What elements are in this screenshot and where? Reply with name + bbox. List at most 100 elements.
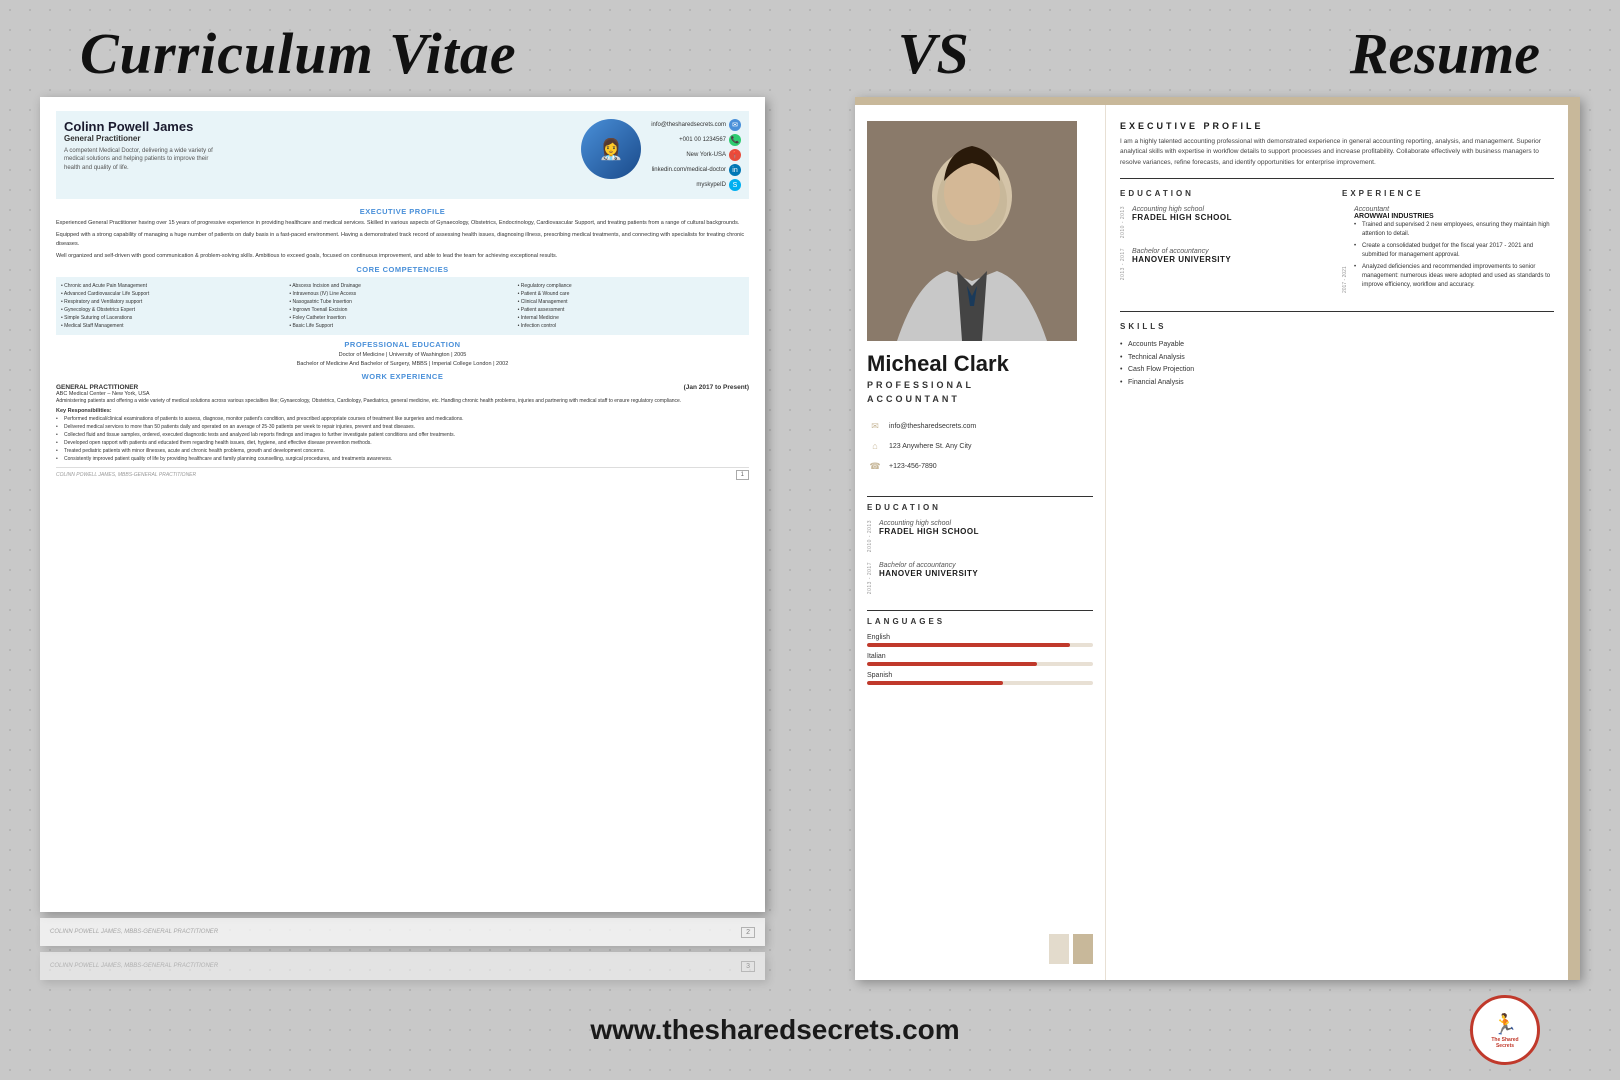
resume-right-col: EXECUTIVE PROFILE I am a highly talented…	[1105, 105, 1568, 980]
cv-linkedin-text: linkedin.com/medical-doctor	[652, 167, 726, 173]
vs-divider	[795, 97, 825, 980]
cv-exec-profile-text1: Experienced General Practitioner having …	[56, 219, 749, 227]
comp-item: Advanced Cardiovascular Life Support	[61, 290, 287, 298]
comp-item: Regulatory compliance	[518, 282, 744, 290]
resume-phone-text: +123-456-7890	[889, 463, 937, 470]
cv-exec-profile-title: EXECUTIVE PROFILE	[56, 207, 749, 216]
cv-skype-item: myskypeID S	[651, 179, 741, 191]
resume-job-title-line1: PROFESSIONAL	[867, 380, 974, 390]
edu-r-name-2: HANOVER UNIVERSITY	[1132, 255, 1332, 264]
logo-text: The SharedSecrets	[1491, 1037, 1518, 1049]
resume-exec-profile-text: I am a highly talented accounting profes…	[1120, 137, 1554, 168]
comp-item: Chronic and Acute Pain Management	[61, 282, 287, 290]
resume-body: Micheal Clark PROFESSIONAL ACCOUNTANT ✉ …	[855, 105, 1580, 980]
cv-side: Colinn Powell James General Practitioner…	[40, 97, 765, 980]
cv-exec-profile-text3: Well organized and self-driven with good…	[56, 252, 749, 260]
lang-italian-bar-fill	[867, 662, 1037, 666]
cv-page2: COLINN POWELL JAMES, MBBS-GENERAL PRACTI…	[40, 918, 765, 946]
cv-person-name: Colinn Powell James	[64, 119, 571, 134]
cv-document-page1: Colinn Powell James General Practitioner…	[40, 97, 765, 912]
resume-contact-section: ✉ info@thesharedsecrets.com ⌂ 123 Anywhe…	[867, 418, 1093, 478]
skill-4: Financial Analysis	[1120, 377, 1554, 390]
comp-item: Intravenous (IV) Line Access	[289, 290, 515, 298]
cv-contact-area: info@thesharedsecrets.com ✉ +001 00 1234…	[651, 119, 741, 191]
logo-icon: 🏃	[1493, 1012, 1518, 1037]
resume-address-icon: ⌂	[867, 438, 883, 454]
cv-core-comp-title: CORE COMPETENCIES	[56, 265, 749, 274]
edu-year-text-2: 2013 - 2017	[867, 562, 873, 594]
cv-comp-col3: Regulatory compliance Patient & Wound ca…	[518, 282, 744, 330]
lang-spanish-bar-fill	[867, 681, 1003, 685]
website-url: www.thesharedsecrets.com	[590, 1014, 959, 1046]
comp-item: Patient & Wound care	[518, 290, 744, 298]
resume-photo	[867, 121, 1077, 341]
edu-item-2: 2013 - 2017 Bachelor of accountancy HANO…	[867, 562, 1093, 596]
exp-bullet-1: Trained and supervised 2 new employees, …	[1354, 221, 1554, 239]
comp-item: Respiratory and Ventilatory support	[61, 298, 287, 306]
cv-key-resp-label: Key Responsibilities:	[56, 408, 749, 414]
resume-phone-icon: ☎	[867, 458, 883, 474]
comp-item: Ingrown Toenail Excision	[289, 306, 515, 314]
comp-item: Infection control	[518, 322, 744, 330]
lang-italian: Italian	[867, 653, 1093, 666]
resume-side: Micheal Clark PROFESSIONAL ACCOUNTANT ✉ …	[855, 97, 1580, 980]
lang-spanish-bar-bg	[867, 681, 1093, 685]
cv-skype-icon: S	[729, 179, 741, 191]
cv-edu-item2: Bachelor of Medicine And Bachelor of Sur…	[56, 361, 749, 367]
resume-right-divider	[1120, 178, 1554, 179]
cv-resp-1: Performed medical/clinical examinations …	[56, 415, 749, 423]
cv-header-section: Colinn Powell James General Practitioner…	[56, 111, 749, 199]
cv-photo-icon: 👩‍⚕️	[599, 137, 624, 162]
resume-exp-title: EXPERIENCE	[1342, 189, 1554, 198]
cv-page3-name: COLINN POWELL JAMES, MBBS-GENERAL PRACTI…	[50, 963, 218, 969]
resume-job-title-line2: ACCOUNTANT	[867, 394, 960, 404]
edu-year-bar-2: 2013 - 2017	[867, 562, 873, 596]
vs-label: VS	[898, 20, 969, 87]
cv-work-company: ABC Medical Center – New York, USA	[56, 391, 150, 397]
edu-content-1: Accounting high school FRADEL HIGH SCHOO…	[879, 520, 1093, 554]
edu-right-1: 2010 - 2013 Accounting high school FRADE…	[1120, 206, 1332, 240]
cv-title-header: Curriculum Vitae	[80, 20, 517, 87]
comp-item: Medical Staff Management	[61, 322, 287, 330]
cv-comp-col1: Chronic and Acute Pain Management Advanc…	[61, 282, 287, 330]
cv-linkedin-item: linkedin.com/medical-doctor in	[651, 164, 741, 176]
resume-skills-divider	[1120, 311, 1554, 312]
cv-edu-item1: Doctor of Medicine | University of Washi…	[56, 352, 749, 358]
lang-italian-bar-bg	[867, 662, 1093, 666]
cv-work-desc: Administering patients and offering a wi…	[56, 398, 749, 406]
cv-comp-col2: Abscess Incision and Drainage Intravenou…	[289, 282, 515, 330]
edu-right-2: 2013 - 2017 Bachelor of accountancy HANO…	[1120, 248, 1332, 282]
resume-email-item: ✉ info@thesharedsecrets.com	[867, 418, 1093, 434]
header: Curriculum Vitae VS Resume	[0, 0, 1620, 97]
resume-job-title: PROFESSIONAL ACCOUNTANT	[867, 379, 1093, 406]
resume-person-name: Micheal Clark	[867, 351, 1093, 377]
cv-phone-icon: 📞	[729, 134, 741, 146]
cv-job-title: General Practitioner	[64, 134, 571, 143]
resume-exec-profile-title: EXECUTIVE PROFILE	[1120, 121, 1554, 131]
skill-1: Accounts Payable	[1120, 339, 1554, 352]
cv-exec-profile-text2: Equipped with a strong capability of man…	[56, 231, 749, 248]
cv-work-dates: (Jan 2017 to Present)	[684, 384, 749, 397]
resume-edu-col: EDUCATION 2010 - 2013 Accounting high sc…	[1120, 189, 1332, 301]
lang-english-bar-bg	[867, 643, 1093, 647]
exp-item-1: 2017 - 2021 Accountant AROWWAI INDUSTRIE…	[1342, 206, 1554, 293]
cv-photo: 👩‍⚕️	[581, 119, 641, 179]
resume-email-icon: ✉	[867, 418, 883, 434]
main-content: Colinn Powell James General Practitioner…	[0, 97, 1620, 980]
cv-work-position: GENERAL PRACTITIONER	[56, 384, 150, 391]
exp-bullet-3: Analyzed deficiencies and recommended im…	[1354, 263, 1554, 290]
lang-english-name: English	[867, 634, 1093, 641]
resume-two-cols: EDUCATION 2010 - 2013 Accounting high sc…	[1120, 189, 1554, 301]
resume-phone-item: ☎ +123-456-7890	[867, 458, 1093, 474]
comp-item: Simple Suturing of Lacerations	[61, 314, 287, 322]
cv-footer: COLINN POWELL JAMES, MBBS-GENERAL PRACTI…	[56, 467, 749, 480]
resume-address-item: ⌂ 123 Anywhere St. Any City	[867, 438, 1093, 454]
comp-item: Abscess Incision and Drainage	[289, 282, 515, 290]
lang-spanish-name: Spanish	[867, 672, 1093, 679]
skill-2: Technical Analysis	[1120, 352, 1554, 365]
edu-year-bar-1: 2010 - 2013	[867, 520, 873, 554]
comp-item: Internal Medicine	[518, 314, 744, 322]
cv-page3-num: 3	[741, 961, 755, 972]
comp-item: Clinical Management	[518, 298, 744, 306]
cv-page2-name: COLINN POWELL JAMES, MBBS-GENERAL PRACTI…	[50, 929, 218, 935]
